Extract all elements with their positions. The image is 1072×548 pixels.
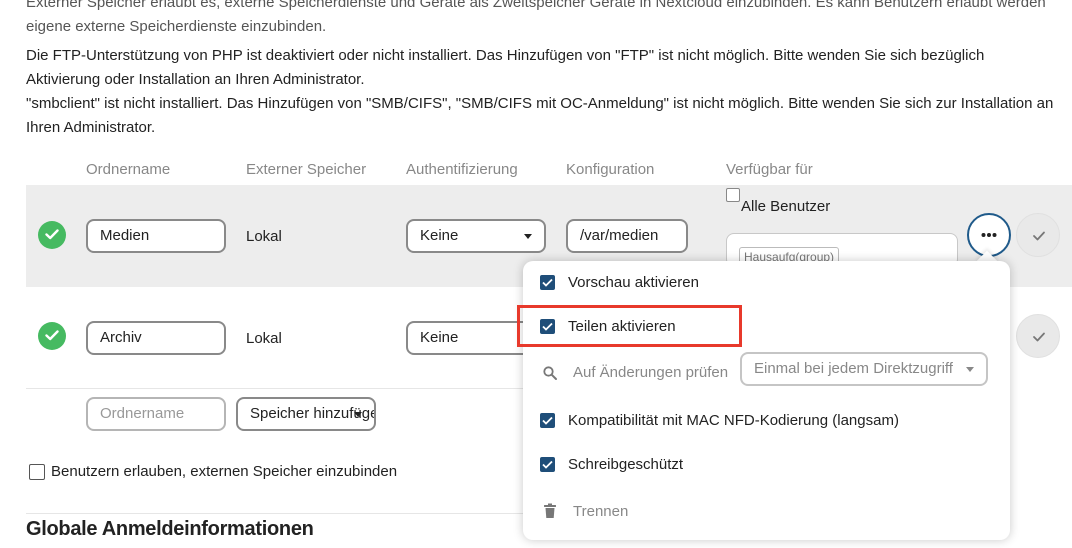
save-button[interactable] (1016, 314, 1060, 358)
add-storage-select[interactable]: Speicher hinzufügen (236, 397, 376, 431)
more-icon (981, 233, 997, 237)
menu-item-label: Trennen (573, 503, 629, 520)
folder-name-input[interactable]: Medien (86, 219, 226, 253)
menu-item-mac-nfd[interactable]: Kompatibilität mit MAC NFD-Kodierung (la… (523, 399, 1010, 443)
checkbox-checked-icon (540, 457, 555, 472)
folder-name-input[interactable]: Archiv (86, 321, 226, 355)
smb-warning-line-1: "smbclient" ist nicht installiert. Das H… (26, 95, 1054, 112)
ftp-warning: Die FTP-Unterstützung von PHP ist deakti… (26, 44, 1072, 92)
header-folder-name: Ordnername (86, 161, 171, 178)
chevron-down-icon (354, 412, 362, 417)
configuration-input[interactable]: /var/medien (566, 219, 688, 253)
intro-line-2: eigene externe Speicherdienste einzubind… (26, 18, 327, 35)
menu-item-check-changes[interactable]: Auf Änderungen prüfen Einmal bei jedem D… (523, 351, 1010, 395)
header-configuration: Konfiguration (566, 161, 655, 178)
section-divider (26, 513, 526, 514)
menu-item-label: Kompatibilität mit MAC NFD-Kodierung (la… (568, 412, 899, 429)
menu-item-label: Schreibgeschützt (568, 456, 684, 473)
all-users-checkbox[interactable] (726, 188, 740, 202)
all-users-label: Alle Benutzer (741, 198, 831, 215)
allow-users-checkbox[interactable] (29, 464, 45, 480)
storage-type: Lokal (246, 228, 282, 245)
smb-warning: "smbclient" ist nicht installiert. Das H… (26, 92, 1072, 140)
trash-icon (544, 503, 556, 518)
intro-text: Externer Speicher erlaubt es, externe Sp… (26, 0, 1072, 39)
menu-item-label: Vorschau aktivieren (568, 274, 699, 291)
menu-item-read-only[interactable]: Schreibgeschützt (523, 443, 1010, 487)
intro-line-1: Externer Speicher erlaubt es, externe Sp… (26, 0, 1046, 11)
status-ok-icon (38, 221, 66, 249)
options-menu: Vorschau aktivieren Teilen aktivieren Au… (523, 261, 1010, 540)
authentication-value: Keine (420, 227, 459, 244)
checkbox-checked-icon (540, 413, 555, 428)
new-folder-name-input[interactable]: Ordnername (86, 397, 226, 431)
search-icon (543, 366, 557, 380)
highlight-box (517, 305, 742, 347)
menu-item-label: Auf Änderungen prüfen (573, 364, 729, 381)
status-ok-icon (38, 322, 66, 350)
storage-type: Lokal (246, 330, 282, 347)
save-button[interactable] (1016, 213, 1060, 257)
header-available-for: Verfügbar für (726, 161, 813, 178)
checkmark-icon (1033, 231, 1045, 241)
smb-warning-line-2: Ihren Administrator. (26, 119, 156, 136)
chevron-down-icon (966, 367, 974, 372)
checkmark-icon (1033, 332, 1045, 342)
chevron-down-icon (524, 234, 532, 239)
row-divider (26, 388, 526, 389)
check-changes-value: Einmal bei jedem Direktzugriff (754, 360, 953, 377)
menu-item-enable-preview[interactable]: Vorschau aktivieren (523, 261, 1010, 305)
allow-users-label: Benutzern erlauben, externen Speicher ei… (51, 463, 398, 480)
authentication-value: Keine (420, 329, 459, 346)
authentication-select[interactable]: Keine (406, 219, 546, 253)
header-external-storage: Externer Speicher (246, 161, 367, 178)
section-title: Globale Anmeldeinformationen (26, 518, 314, 540)
more-options-button[interactable] (967, 213, 1011, 257)
checkbox-checked-icon (540, 275, 555, 290)
menu-item-disconnect[interactable]: Trennen (523, 490, 1010, 534)
header-authentication: Authentifizierung (406, 161, 518, 178)
ftp-warning-line-2: Aktivierung oder Installation an Ihren A… (26, 71, 365, 88)
ftp-warning-line-1: Die FTP-Unterstützung von PHP ist deakti… (26, 47, 985, 64)
check-changes-select[interactable]: Einmal bei jedem Direktzugriff (740, 352, 988, 386)
